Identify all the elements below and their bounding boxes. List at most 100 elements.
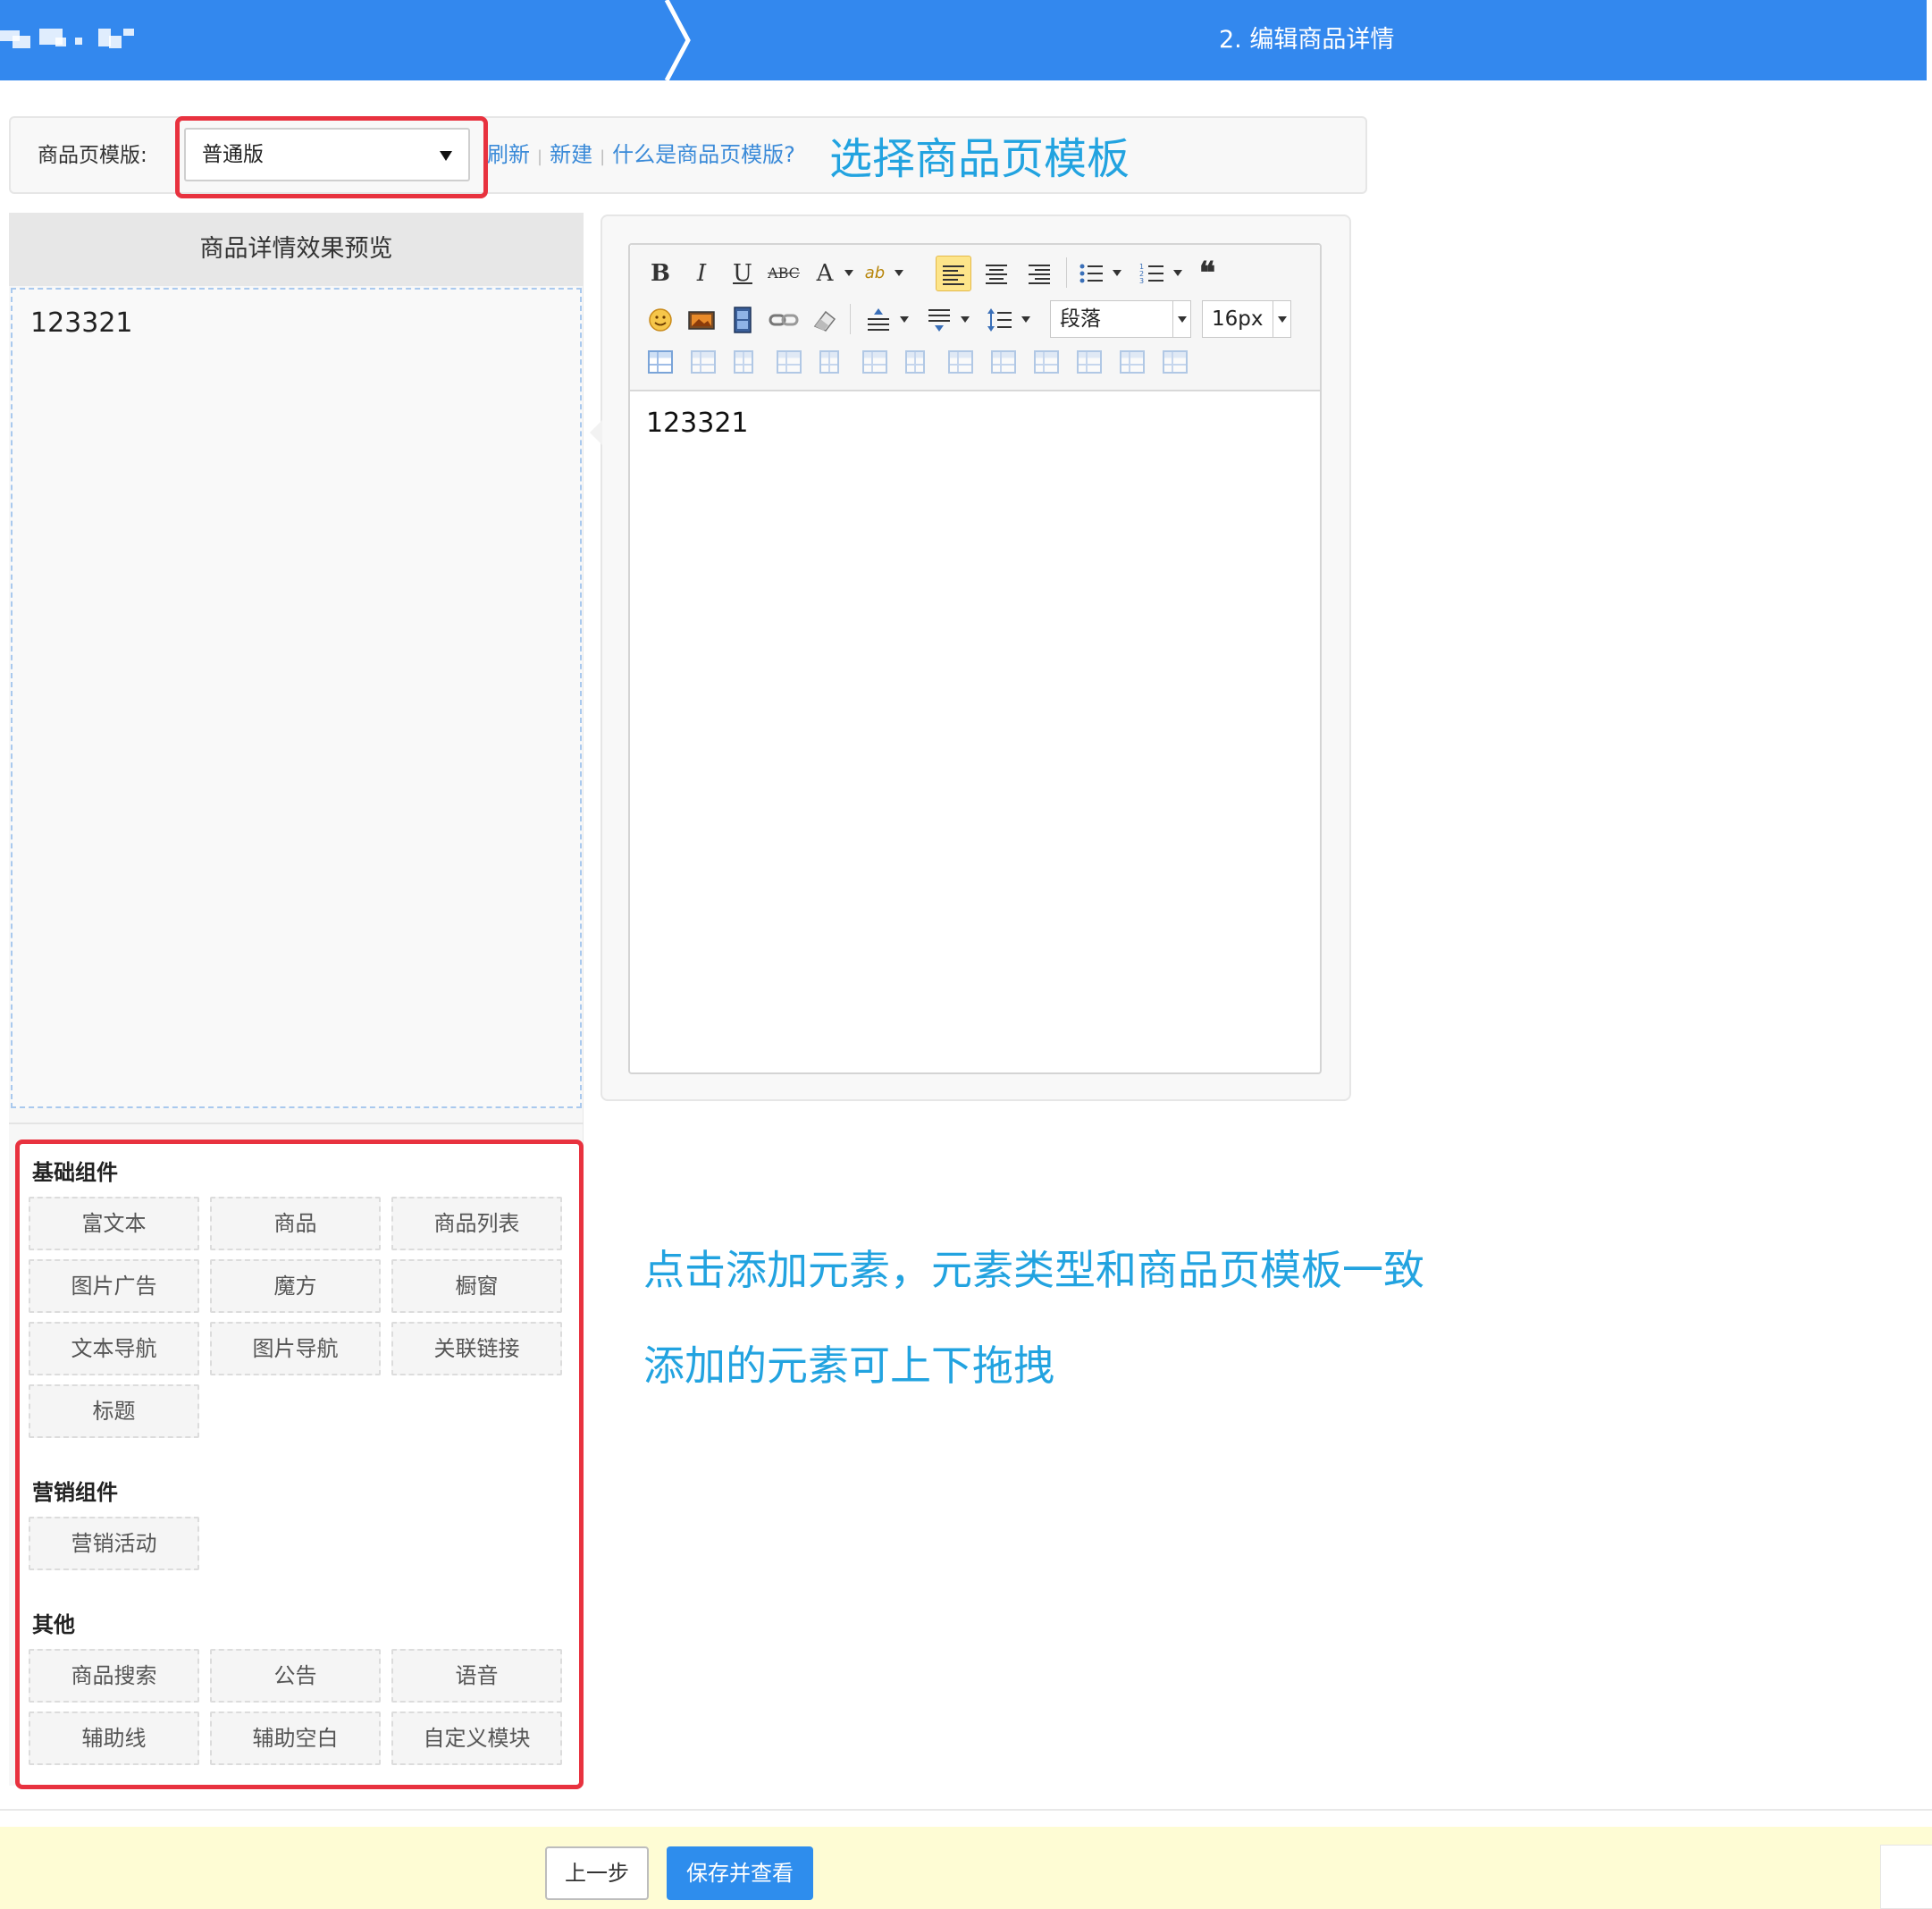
font-color-icon[interactable]: A xyxy=(807,256,843,291)
component-marketing-activity[interactable]: 营销活动 xyxy=(29,1517,199,1570)
delete-table-icon[interactable] xyxy=(691,350,716,374)
component-text-nav[interactable]: 文本导航 xyxy=(29,1322,199,1375)
component-notice[interactable]: 公告 xyxy=(210,1649,381,1703)
toolbar-row-3 xyxy=(641,343,1320,384)
split-cells-icon[interactable] xyxy=(1077,350,1102,374)
component-rich-text[interactable]: 富文本 xyxy=(29,1197,199,1250)
toolbar-row-1: B I U ABC A ab 123 ❝ xyxy=(641,252,1320,293)
step-2-label: 2. 编辑商品详情 xyxy=(1219,26,1395,54)
toolbar-separator xyxy=(1066,257,1067,288)
font-size-select[interactable]: 16px xyxy=(1202,300,1291,338)
template-links: 刷新 | 新建 | 什么是商品页模版? xyxy=(487,116,795,194)
delete-row-icon[interactable] xyxy=(819,350,839,374)
row-spacing-bottom-dropdown-icon[interactable] xyxy=(961,316,970,323)
preview-divider xyxy=(9,1123,584,1124)
merge-right-icon[interactable] xyxy=(991,350,1016,374)
link-separator: | xyxy=(600,147,606,166)
component-guide-line[interactable]: 辅助线 xyxy=(29,1711,199,1765)
font-size-value: 16px xyxy=(1212,307,1264,331)
link-icon[interactable] xyxy=(766,302,802,338)
footer-divider xyxy=(0,1809,1932,1811)
preview-title: 商品详情效果预览 xyxy=(9,213,584,286)
annotation-draggable: 添加的元素可上下拖拽 xyxy=(643,1341,1054,1390)
table-caption-icon[interactable] xyxy=(734,350,753,374)
merge-down-icon[interactable] xyxy=(1034,350,1059,374)
component-cube[interactable]: 魔方 xyxy=(210,1259,381,1313)
link-separator: | xyxy=(537,147,543,166)
row-spacing-bottom-icon[interactable] xyxy=(921,302,957,338)
component-related-link[interactable]: 关联链接 xyxy=(391,1322,562,1375)
split-rows-icon[interactable] xyxy=(1120,350,1145,374)
editor-pointer xyxy=(590,420,602,445)
bullet-list-dropdown-icon[interactable] xyxy=(1113,270,1121,276)
image-icon[interactable] xyxy=(684,302,719,338)
insert-col-icon[interactable] xyxy=(862,350,887,374)
component-voice[interactable]: 语音 xyxy=(391,1649,562,1703)
merge-cells-icon[interactable] xyxy=(948,350,973,374)
new-template-link[interactable]: 新建 xyxy=(550,142,592,167)
annotation-click-add: 点击添加元素，元素类型和商品页模板一致 xyxy=(643,1246,1424,1294)
rich-text-editor: B I U ABC A ab 123 ❝ 段落 16px 123321 xyxy=(628,243,1322,1074)
line-height-dropdown-icon[interactable] xyxy=(1021,316,1030,323)
align-left-icon[interactable] xyxy=(936,256,971,291)
toolbar-separator xyxy=(850,304,851,334)
step-1 xyxy=(0,0,666,80)
component-image-ad[interactable]: 图片广告 xyxy=(29,1259,199,1313)
eraser-icon[interactable] xyxy=(807,302,843,338)
italic-icon[interactable]: I xyxy=(684,256,719,291)
chevron-down-icon xyxy=(1273,301,1290,337)
previous-step-button[interactable]: 上一步 xyxy=(545,1846,649,1900)
template-select[interactable]: 普通版 xyxy=(184,128,470,181)
underline-icon[interactable]: U xyxy=(725,256,760,291)
component-product-list[interactable]: 商品列表 xyxy=(391,1197,562,1250)
editor-toolbar: B I U ABC A ab 123 ❝ 段落 16px xyxy=(630,245,1320,391)
annotation-select-template: 选择商品页模板 xyxy=(829,134,1130,184)
align-right-icon[interactable] xyxy=(1021,256,1057,291)
editor-content[interactable]: 123321 xyxy=(646,408,749,439)
refresh-link[interactable]: 刷新 xyxy=(487,142,530,167)
component-title[interactable]: 标题 xyxy=(29,1384,199,1438)
svg-text:3: 3 xyxy=(1139,277,1144,285)
paragraph-format-select[interactable]: 段落 xyxy=(1050,300,1191,338)
chevron-down-icon xyxy=(1172,301,1190,337)
align-center-icon[interactable] xyxy=(979,256,1014,291)
numbered-list-dropdown-icon[interactable] xyxy=(1173,270,1182,276)
preview-content-area[interactable]: 123321 xyxy=(11,288,582,1108)
obscured-step-1-label xyxy=(0,25,143,55)
video-icon[interactable] xyxy=(725,302,760,338)
strikethrough-icon[interactable]: ABC xyxy=(766,256,802,291)
font-color-dropdown-icon[interactable] xyxy=(844,270,853,276)
other-components-title: 其他 xyxy=(32,1612,75,1637)
template-help-link[interactable]: 什么是商品页模版? xyxy=(612,142,795,167)
basic-components-title: 基础组件 xyxy=(32,1160,118,1185)
row-spacing-top-dropdown-icon[interactable] xyxy=(900,316,909,323)
insert-row-icon[interactable] xyxy=(777,350,802,374)
highlight-color-dropdown-icon[interactable] xyxy=(895,270,903,276)
component-blank-space[interactable]: 辅助空白 xyxy=(210,1711,381,1765)
component-image-nav[interactable]: 图片导航 xyxy=(210,1322,381,1375)
footer-bar xyxy=(0,1827,1932,1909)
numbered-list-icon[interactable]: 123 xyxy=(1134,256,1170,291)
component-product[interactable]: 商品 xyxy=(210,1197,381,1250)
component-custom-module[interactable]: 自定义模块 xyxy=(391,1711,562,1765)
preview-text: 123321 xyxy=(30,307,133,339)
caret-down-icon xyxy=(440,151,452,161)
bullet-list-icon[interactable] xyxy=(1073,256,1109,291)
highlight-color-icon[interactable]: ab xyxy=(857,256,893,291)
insert-table-icon[interactable] xyxy=(648,350,673,374)
components-panel: 基础组件 富文本 商品 商品列表 图片广告 魔方 橱窗 文本导航 图片导航 关联… xyxy=(15,1140,584,1789)
bold-icon[interactable]: B xyxy=(643,256,678,291)
component-product-search[interactable]: 商品搜索 xyxy=(29,1649,199,1703)
template-select-value: 普通版 xyxy=(202,143,264,166)
line-height-icon[interactable] xyxy=(982,302,1018,338)
delete-col-icon[interactable] xyxy=(905,350,925,374)
corner-widget xyxy=(1880,1845,1932,1909)
emoticon-icon[interactable] xyxy=(643,302,678,338)
component-showcase[interactable]: 橱窗 xyxy=(391,1259,562,1313)
paragraph-format-value: 段落 xyxy=(1060,307,1101,331)
blockquote-icon[interactable]: ❝ xyxy=(1189,256,1225,291)
step-divider-arrow xyxy=(664,0,691,80)
save-and-view-button[interactable]: 保存并查看 xyxy=(667,1846,813,1900)
split-cols-icon[interactable] xyxy=(1163,350,1188,374)
row-spacing-top-icon[interactable] xyxy=(861,302,896,338)
